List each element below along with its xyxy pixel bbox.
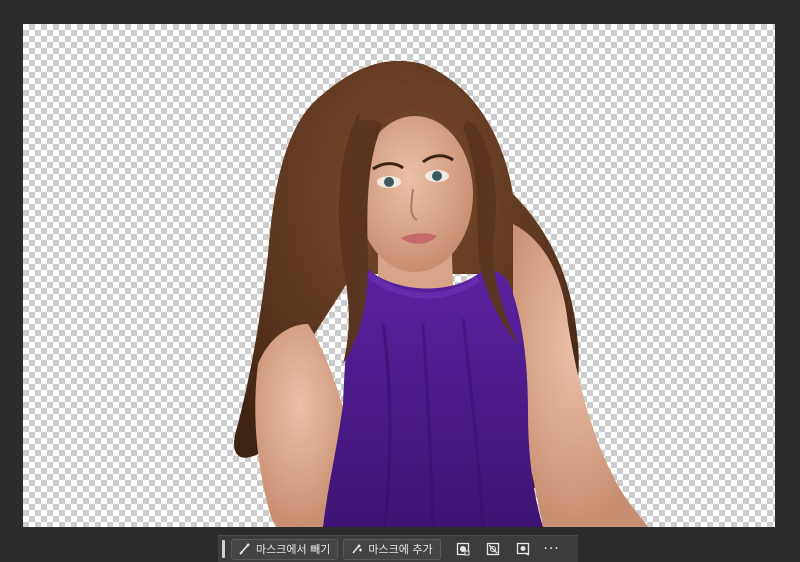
mask-settings-icon [516,542,529,556]
mask-clear-icon [486,542,499,556]
portrait-subject-image [234,60,648,527]
document-canvas[interactable] [23,24,775,527]
mask-settings-button[interactable] [510,539,536,560]
subtract-from-mask-label: 마스크에서 빼기 [256,543,331,556]
mask-invert-icon [456,542,470,556]
contextual-taskbar: 마스크에서 빼기 마스크에 추가 ··· [218,535,578,562]
add-to-mask-label: 마스크에 추가 [368,543,433,556]
clear-mask-button[interactable] [480,539,506,560]
brush-minus-icon [239,543,250,555]
subtract-from-mask-button[interactable]: 마스크에서 빼기 [231,538,339,560]
brush-plus-icon [352,544,363,554]
more-icon: ··· [543,541,560,557]
invert-mask-button[interactable] [450,539,476,560]
more-options-button[interactable]: ··· [540,539,564,560]
add-to-mask-button[interactable]: 마스크에 추가 [343,538,441,560]
drag-handle[interactable] [222,540,225,558]
workspace [0,0,800,562]
